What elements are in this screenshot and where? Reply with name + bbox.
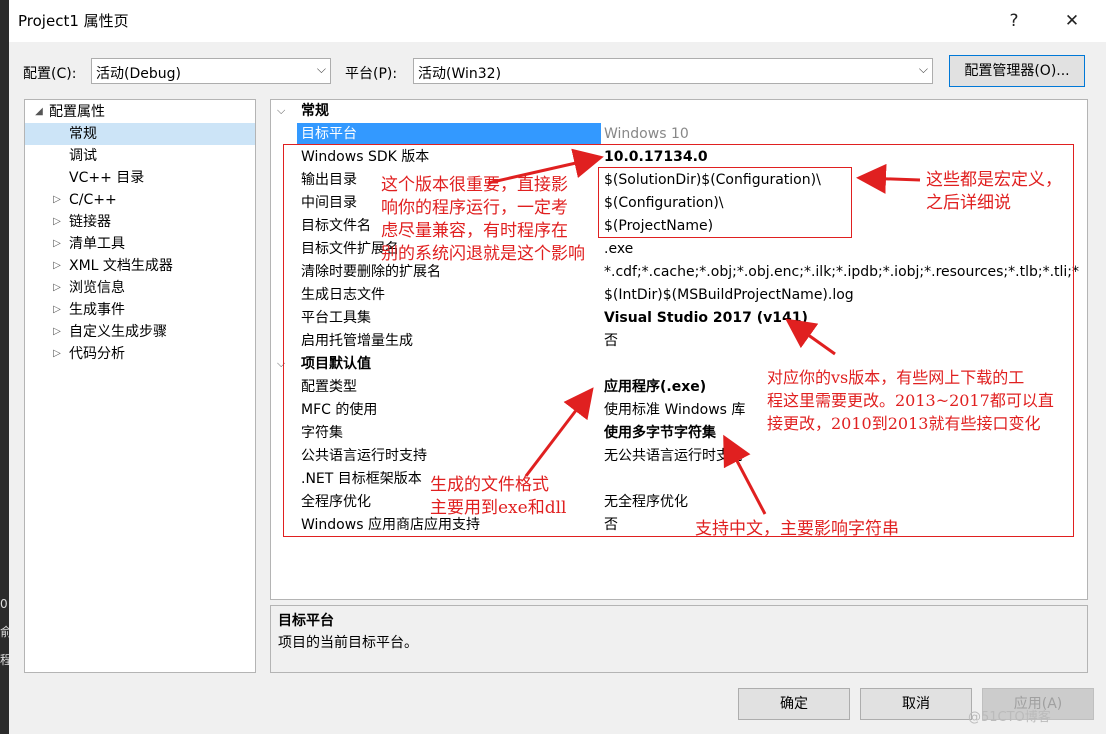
arrow-to-sdk — [487, 148, 604, 185]
arrow-to-toolset — [785, 318, 836, 356]
arrow-to-macros — [856, 163, 921, 194]
arrow-to-config-type — [524, 387, 594, 477]
watermark: @51CTO博客 — [968, 710, 1051, 725]
annotation-arrows — [487, 148, 921, 515]
arrow-to-charset — [723, 434, 767, 515]
